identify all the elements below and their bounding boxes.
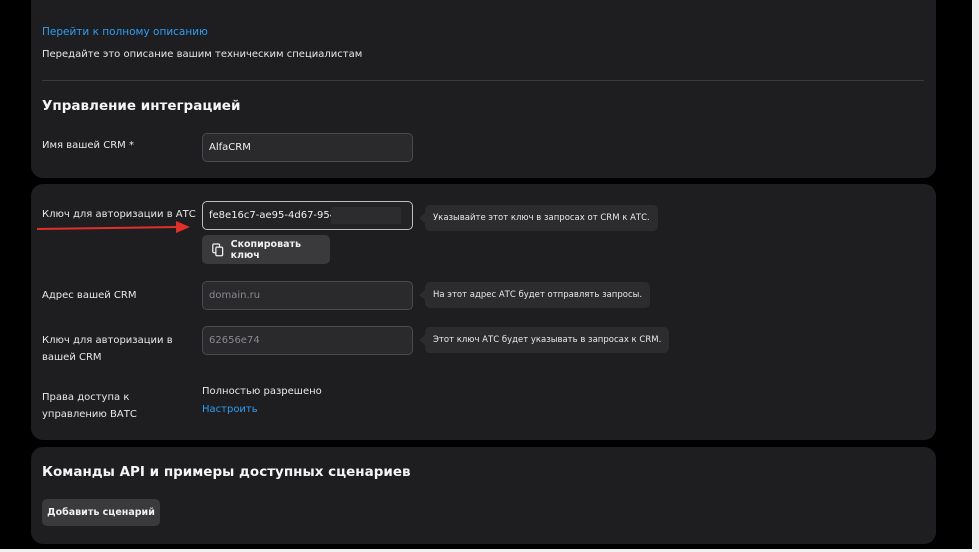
api-heading: Команды API и примеры доступных сценарие… — [42, 464, 411, 480]
description-hint: Передайте это описание вашим техническим… — [42, 49, 363, 60]
add-scenario-button[interactable]: Добавить сценарий — [42, 499, 160, 526]
frame-edge-right — [972, 0, 979, 552]
section-divider — [42, 80, 924, 81]
access-rights-value: Полностью разрешено — [202, 386, 322, 397]
crm-key-input[interactable] — [202, 326, 413, 355]
access-rights-label: Права доступа к управлению ВАТС — [42, 392, 137, 420]
integration-heading: Управление интеграцией — [42, 98, 241, 114]
crm-key-tooltip: Этот ключ АТС будет указывать в запросах… — [418, 327, 670, 353]
copy-key-label: Скопировать ключ — [230, 238, 302, 261]
full-description-link[interactable]: Перейти к полному описанию — [42, 26, 208, 38]
api-card: Команды API и примеры доступных сценарие… — [31, 447, 936, 544]
integration-card: Перейти к полному описанию Передайте это… — [31, 0, 936, 178]
crm-address-label: Адрес вашей CRM — [42, 290, 137, 301]
ats-key-value: fe8e16c7-ae95-4d67-9546 — [209, 210, 343, 221]
access-configure-link[interactable]: Настроить — [202, 404, 258, 415]
crm-address-input[interactable] — [202, 281, 413, 310]
copy-key-button[interactable]: Скопировать ключ — [202, 235, 330, 264]
red-arrow-annotation — [36, 221, 190, 233]
crm-address-tooltip: На этот адрес АТС будет отправлять запро… — [418, 282, 651, 308]
ats-key-tooltip: Указывайте этот ключ в запросах от CRM к… — [419, 205, 658, 231]
crm-key-label: Ключ для авторизации в вашей CRM — [42, 335, 173, 363]
copy-icon — [212, 242, 224, 256]
crm-name-input[interactable] — [202, 133, 413, 162]
ats-key-input[interactable]: fe8e16c7-ae95-4d67-9546 — [202, 201, 413, 230]
add-scenario-label: Добавить сценарий — [47, 507, 155, 518]
key-redaction — [331, 207, 401, 224]
crm-name-label: Имя вашей CRM * — [42, 140, 134, 151]
